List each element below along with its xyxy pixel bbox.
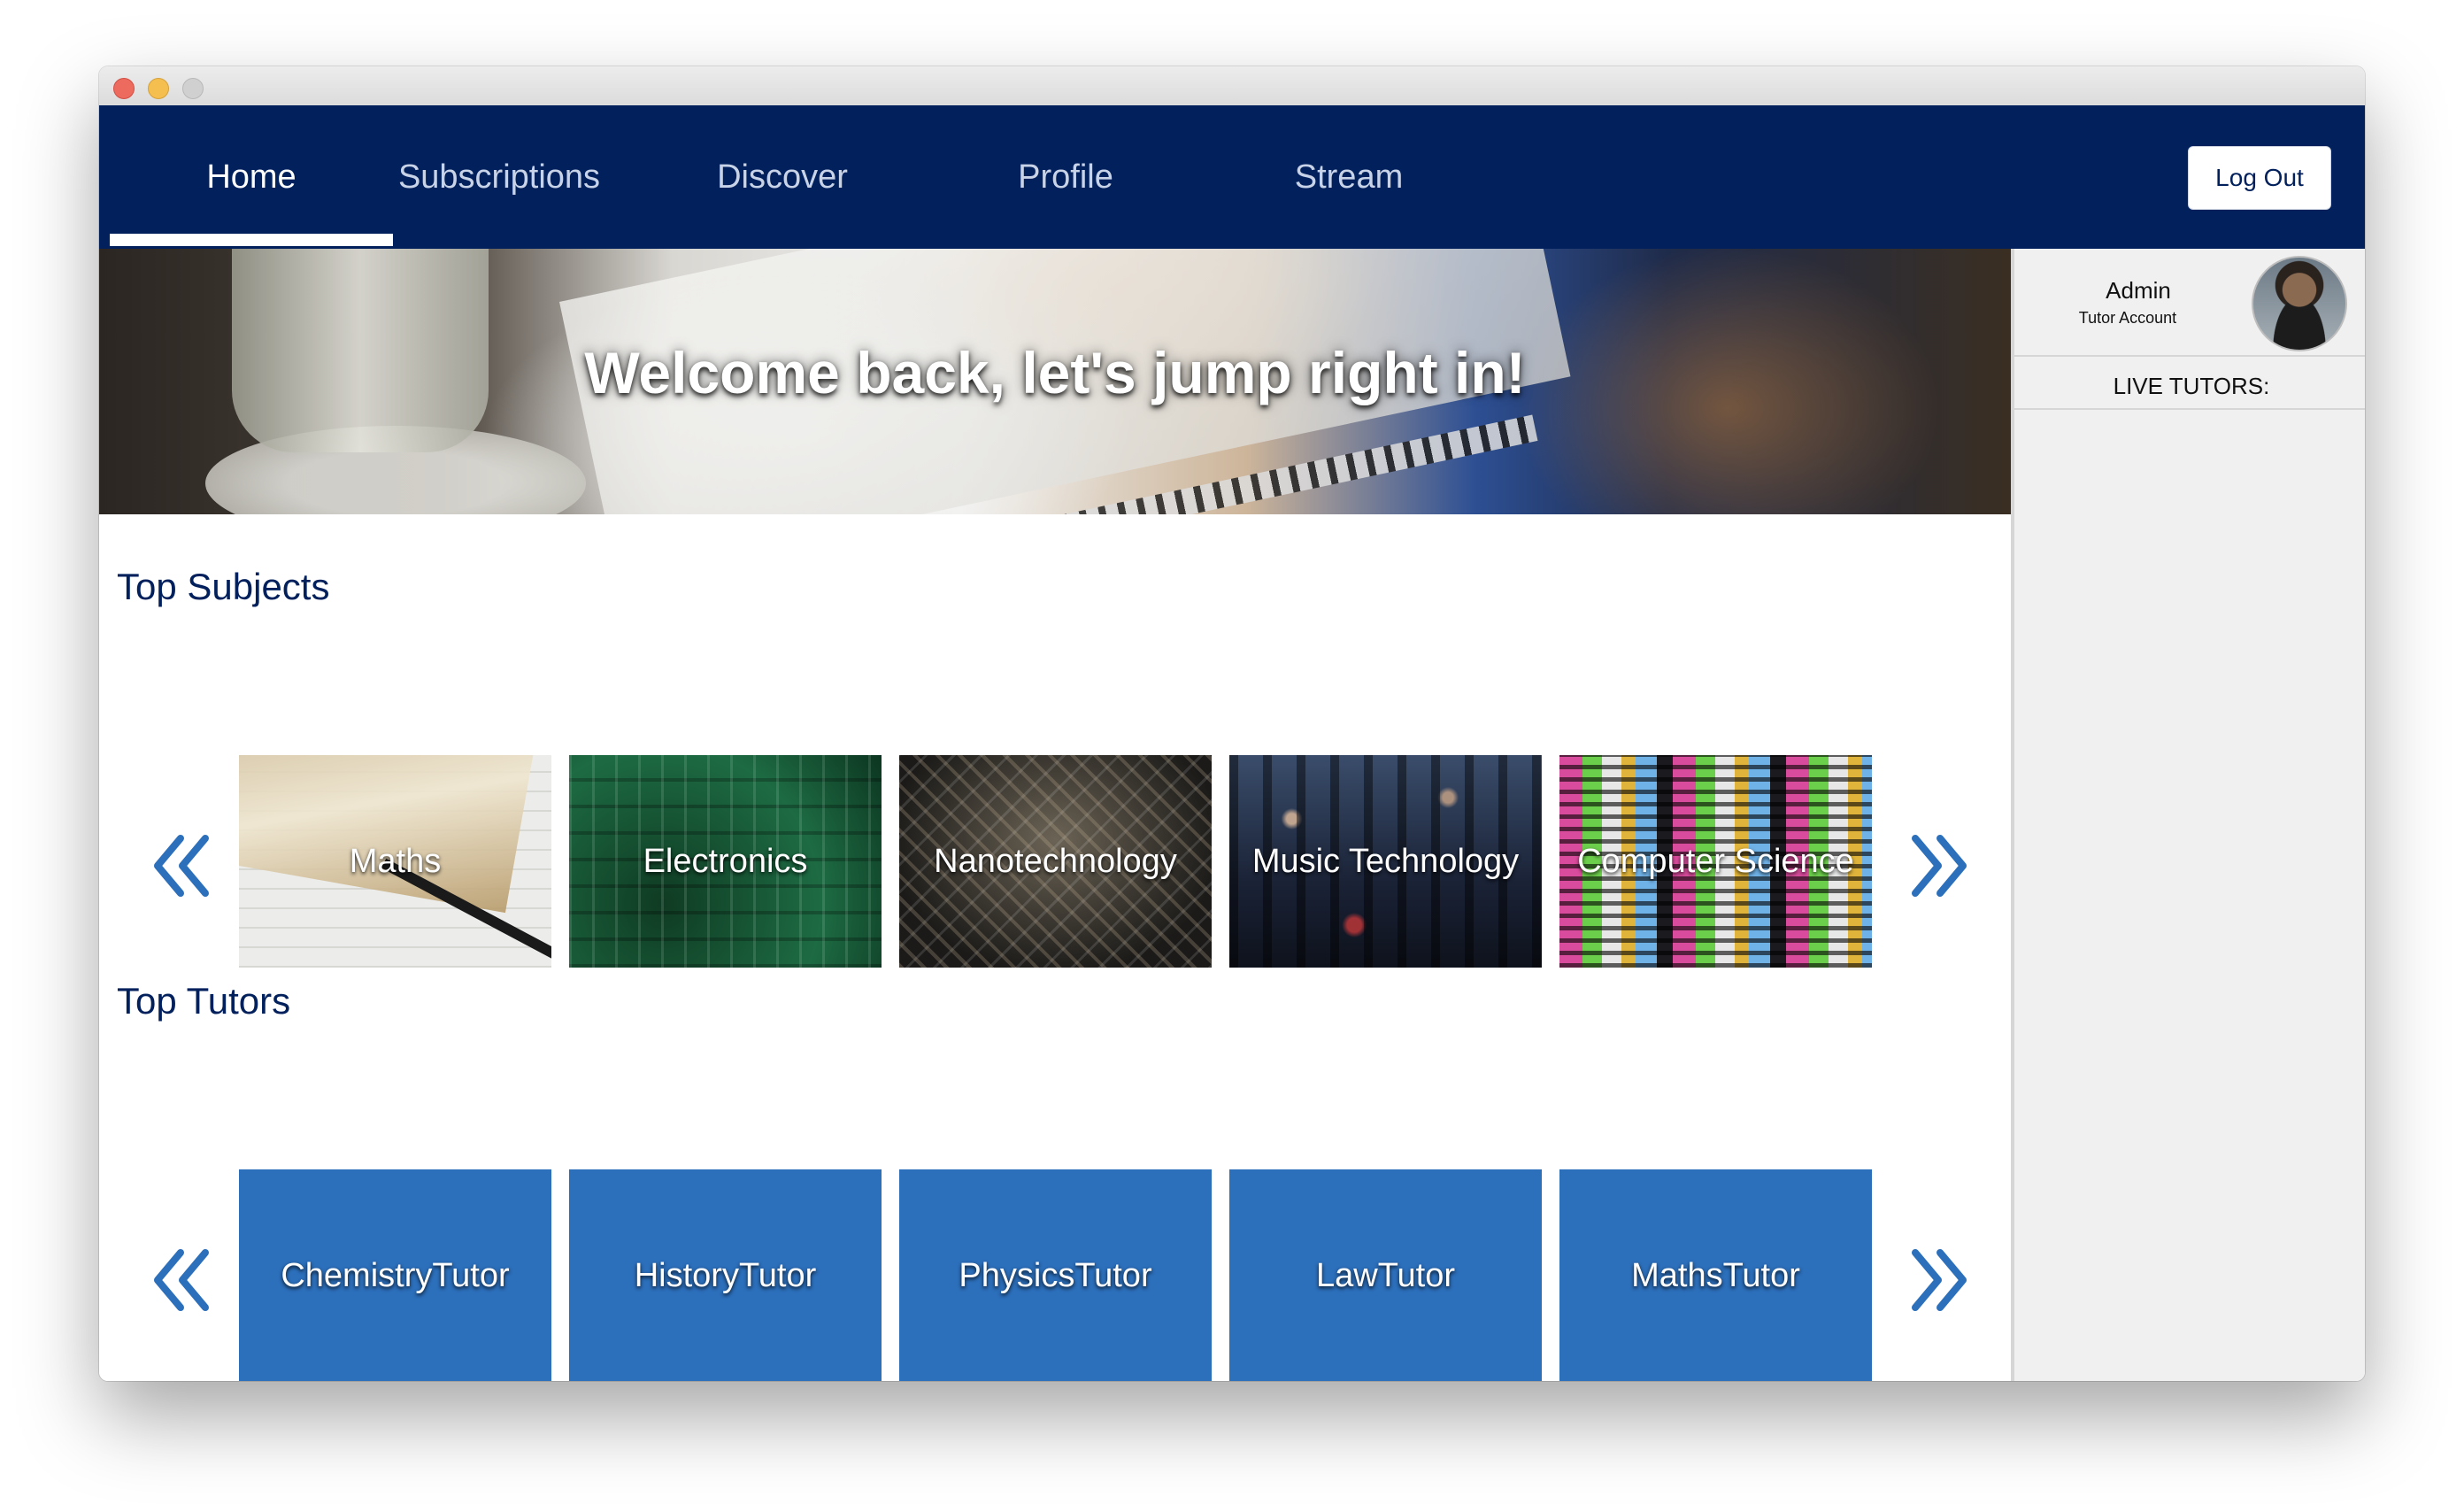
nav-discover[interactable]: Discover [641, 105, 924, 249]
live-tutors-heading: LIVE TUTORS: [2113, 373, 2270, 399]
logout-button[interactable]: Log Out [2188, 146, 2331, 210]
subject-card-nanotechnology[interactable]: Nanotechnology [899, 755, 1212, 968]
double-chevron-left-icon[interactable] [152, 1240, 214, 1320]
nav-stream[interactable]: Stream [1207, 105, 1490, 249]
subject-card-maths[interactable]: Maths [239, 755, 551, 968]
top-navbar: Home Subscriptions Discover Profile Stre… [99, 105, 2365, 249]
nav-active-indicator [110, 234, 393, 246]
subject-card-label: Music Technology [1251, 842, 1520, 880]
zoom-window-button[interactable] [182, 78, 204, 99]
sidebar-divider [2014, 408, 2365, 410]
window-titlebar [99, 66, 2365, 106]
nav-home[interactable]: Home [110, 105, 393, 249]
subject-card-computer-science[interactable]: Computer Science [1559, 755, 1872, 968]
subject-card-electronics[interactable]: Electronics [569, 755, 882, 968]
top-tutors-heading: Top Tutors [117, 980, 291, 1022]
sidebar-divider [2014, 355, 2365, 357]
nav-profile[interactable]: Profile [924, 105, 1207, 249]
double-chevron-right-icon[interactable] [1906, 1240, 1968, 1320]
user-name: Admin [2106, 277, 2171, 304]
double-chevron-right-icon[interactable] [1906, 826, 1968, 906]
subject-card-label: Maths [349, 842, 442, 880]
user-role: Tutor Account [2078, 309, 2177, 327]
screen: Home Subscriptions Discover Profile Stre… [0, 0, 2464, 1512]
nav-subscriptions[interactable]: Subscriptions [358, 105, 641, 249]
main-content: Welcome back, let's jump right in! Top S… [99, 249, 2011, 1381]
tutor-card-lawtutor[interactable]: LawTutor [1229, 1169, 1542, 1381]
hero-title: Welcome back, let's jump right in! [584, 340, 1526, 405]
avatar[interactable] [2252, 256, 2347, 351]
subject-card-label: Computer Science [1577, 842, 1854, 880]
subject-card-music-technology[interactable]: Music Technology [1229, 755, 1542, 968]
tutor-card-chemistrytutor[interactable]: ChemistryTutor [239, 1169, 551, 1381]
tutor-card-physicstutor[interactable]: PhysicsTutor [899, 1169, 1212, 1381]
close-window-button[interactable] [113, 78, 135, 99]
app-window: Home Subscriptions Discover Profile Stre… [99, 66, 2365, 1381]
top-subjects-heading: Top Subjects [117, 566, 330, 607]
top-subjects-carousel: Maths Electronics Nanotechnology Music T… [99, 755, 2011, 968]
tutor-card-mathstutor[interactable]: MathsTutor [1559, 1169, 1872, 1381]
hero-banner: Welcome back, let's jump right in! [99, 249, 2011, 514]
tutor-card-historytutor[interactable]: HistoryTutor [569, 1169, 882, 1381]
subject-card-label: Nanotechnology [934, 842, 1177, 880]
top-tutors-carousel: ChemistryTutor HistoryTutor PhysicsTutor… [99, 1169, 2011, 1381]
minimize-window-button[interactable] [148, 78, 169, 99]
subject-card-label: Electronics [643, 842, 808, 880]
sidebar: Admin Tutor Account LIVE TUTORS: [2011, 249, 2365, 1381]
double-chevron-left-icon[interactable] [152, 826, 214, 906]
